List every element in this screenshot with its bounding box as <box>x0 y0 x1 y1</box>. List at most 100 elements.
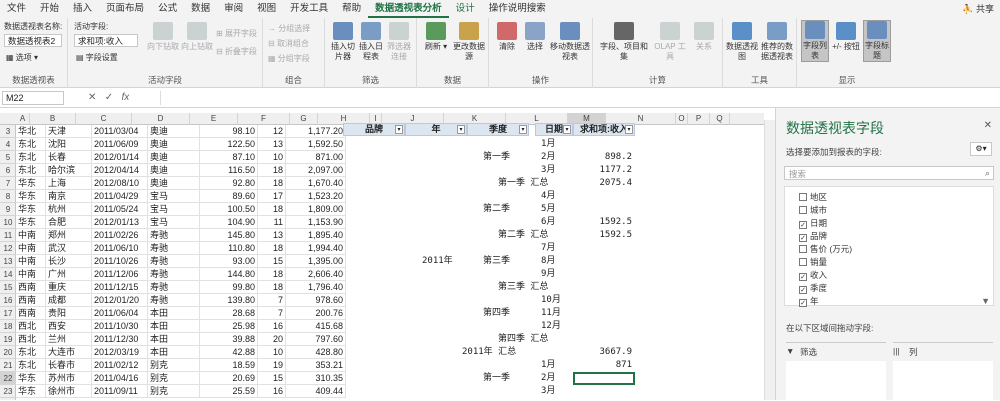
dropdown-icon[interactable]: ▾ <box>519 125 527 134</box>
cell-e[interactable]: 116.50 <box>200 164 258 177</box>
row-header[interactable]: 7 <box>0 177 16 190</box>
cell-e[interactable]: 92.80 <box>200 177 258 190</box>
relationships-button[interactable]: 关系 <box>689 22 719 52</box>
cell-a[interactable]: 东北 <box>16 359 46 372</box>
formula-input[interactable] <box>160 91 996 105</box>
cell-g[interactable]: 978.60 <box>286 294 346 307</box>
cell-d[interactable]: 寿驰 <box>148 255 200 268</box>
cell-g[interactable]: 797.60 <box>286 333 346 346</box>
filter-connections-button[interactable]: 筛选器连接 <box>385 22 413 62</box>
vertical-scrollbar[interactable] <box>764 120 775 400</box>
drill-up-button[interactable]: 向上钻取 <box>180 22 214 52</box>
cell-b[interactable]: 苏州市 <box>46 372 92 385</box>
pivot-name-input[interactable]: 数据透视表2 <box>4 34 62 47</box>
cell-f[interactable]: 13 <box>258 229 286 242</box>
field-checkbox[interactable]: ✓ <box>799 234 807 242</box>
cell-a[interactable]: 西南 <box>16 307 46 320</box>
plus-minus-button[interactable]: +/- 按钮 <box>831 22 861 52</box>
cell-a[interactable]: 西北 <box>16 333 46 346</box>
field-item[interactable]: ✓ 季度 <box>799 282 827 294</box>
cell-g[interactable]: 1,796.40 <box>286 281 346 294</box>
cell-e[interactable]: 139.80 <box>200 294 258 307</box>
search-input[interactable]: 搜索 <box>784 166 994 180</box>
row-header[interactable]: 23 <box>0 385 16 398</box>
cell-f[interactable]: 15 <box>258 255 286 268</box>
clear-button[interactable]: 清除 <box>493 22 521 52</box>
field-checkbox[interactable] <box>799 193 807 201</box>
cell-c[interactable]: 2011/06/10 <box>92 242 148 255</box>
cell-b[interactable]: 西安 <box>46 320 92 333</box>
cell-e[interactable]: 25.59 <box>200 385 258 398</box>
olap-button[interactable]: OLAP 工具 <box>651 22 689 62</box>
cell-g[interactable]: 1,153.90 <box>286 216 346 229</box>
cell-f[interactable]: 10 <box>258 151 286 164</box>
cell-b[interactable]: 南京 <box>46 190 92 203</box>
cell-d[interactable]: 别克 <box>148 385 200 398</box>
field-checkbox[interactable]: ✓ <box>799 273 807 281</box>
cell-a[interactable]: 西南 <box>16 294 46 307</box>
cell-d[interactable]: 寿驰 <box>148 229 200 242</box>
expand-field-button[interactable]: ⊞ 展开字段 <box>216 28 257 39</box>
row-header[interactable]: 11 <box>0 229 16 242</box>
group-selection-button[interactable]: → 分组选择 <box>268 23 310 34</box>
row-header[interactable]: 12 <box>0 242 16 255</box>
row-header[interactable]: 8 <box>0 190 16 203</box>
cell-g[interactable]: 1,895.40 <box>286 229 346 242</box>
name-box[interactable]: M22 <box>2 91 64 105</box>
column-header[interactable]: B <box>30 113 76 125</box>
cell-e[interactable]: 98.10 <box>200 125 258 138</box>
insert-timeline-button[interactable]: 插入日程表 <box>357 22 385 62</box>
cell-c[interactable]: 2012/03/19 <box>92 346 148 359</box>
pivot-header[interactable]: 品牌 ▾ <box>343 123 405 136</box>
row-header[interactable]: 20 <box>0 346 16 359</box>
column-header[interactable]: F <box>238 113 290 125</box>
tab-8[interactable]: 开发工具 <box>283 0 335 18</box>
cell-a[interactable]: 西北 <box>16 320 46 333</box>
dropdown-icon[interactable]: ▾ <box>457 125 465 134</box>
cell-a[interactable]: 华东 <box>16 177 46 190</box>
pivot-header[interactable]: 求和项:收入 ▾ <box>573 123 635 136</box>
row-header[interactable]: 17 <box>0 307 16 320</box>
tab-10[interactable]: 数据透视表分析 <box>368 0 449 18</box>
field-list-button[interactable]: 字段列表 <box>801 20 829 62</box>
cell-g[interactable]: 1,177.20 <box>286 125 346 138</box>
cell-a[interactable]: 华东 <box>16 372 46 385</box>
cell-g[interactable]: 871.00 <box>286 151 346 164</box>
cell-e[interactable]: 25.98 <box>200 320 258 333</box>
cell-e[interactable]: 99.80 <box>200 281 258 294</box>
selected-cell[interactable] <box>573 372 635 385</box>
cell-f[interactable]: 18 <box>258 268 286 281</box>
cell-d[interactable]: 别克 <box>148 359 200 372</box>
column-header[interactable]: P <box>688 113 710 125</box>
cell-e[interactable]: 39.88 <box>200 333 258 346</box>
column-area[interactable]: ||| 列 <box>893 342 993 401</box>
options-button[interactable]: ▦ 选项 ▾ <box>6 52 38 63</box>
pivot-header[interactable]: 日期 ▾ <box>535 123 573 136</box>
cell-b[interactable]: 徐州市 <box>46 385 92 398</box>
tab-0[interactable]: 文件 <box>0 0 33 18</box>
row-header[interactable]: 10 <box>0 216 16 229</box>
cell-c[interactable]: 2011/05/24 <box>92 203 148 216</box>
pivot-chart-button[interactable]: 数据透视图 <box>725 22 759 62</box>
cell-b[interactable]: 重庆 <box>46 281 92 294</box>
tab-7[interactable]: 视图 <box>250 0 283 18</box>
field-checkbox[interactable] <box>799 206 807 214</box>
field-item[interactable]: ✓ 收入 <box>799 269 827 281</box>
cell-e[interactable]: 145.80 <box>200 229 258 242</box>
dropdown-icon[interactable]: ▾ <box>395 125 403 134</box>
cell-d[interactable]: 寿驰 <box>148 242 200 255</box>
cell-c[interactable]: 2012/04/14 <box>92 164 148 177</box>
cell-d[interactable]: 宝马 <box>148 216 200 229</box>
cell-d[interactable]: 寿驰 <box>148 294 200 307</box>
field-item[interactable]: 地区 <box>799 191 827 203</box>
column-header[interactable]: C <box>76 113 132 125</box>
row-header[interactable]: 4 <box>0 138 16 151</box>
cell-c[interactable]: 2011/10/26 <box>92 255 148 268</box>
tab-11[interactable]: 设计 <box>449 0 482 18</box>
cell-e[interactable]: 144.80 <box>200 268 258 281</box>
pivot-header[interactable]: 年 ▾ <box>405 123 467 136</box>
cell-e[interactable]: 20.69 <box>200 372 258 385</box>
row-header[interactable]: 6 <box>0 164 16 177</box>
cell-a[interactable]: 华东 <box>16 385 46 398</box>
cell-g[interactable]: 200.76 <box>286 307 346 320</box>
